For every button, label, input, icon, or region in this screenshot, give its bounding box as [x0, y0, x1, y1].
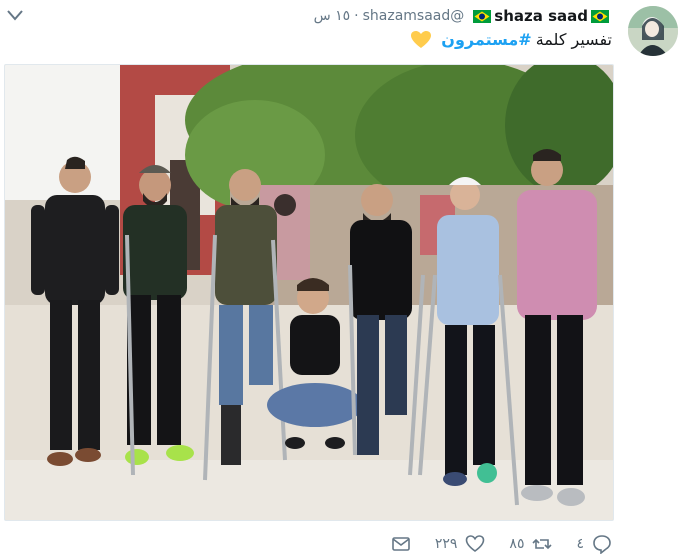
retweet-count: ٨٥: [509, 536, 525, 552]
retweet-icon: [532, 538, 553, 550]
brazil-flag-icon: [473, 9, 492, 23]
avatar[interactable]: [628, 6, 678, 56]
display-name[interactable]: shaza saad: [494, 7, 588, 25]
direct-message-button[interactable]: [391, 534, 411, 554]
tweet-header: shaza saad @shazamsaad · ١٥ س: [314, 6, 612, 26]
heart-outline-icon: [466, 535, 485, 552]
group-photo: [5, 65, 613, 520]
reply-icon: [593, 535, 611, 554]
like-count: ٢٢٩: [434, 536, 458, 552]
avatar-image: [628, 6, 678, 56]
brazil-flag-icon: [591, 9, 609, 23]
envelope-icon: [392, 537, 410, 551]
user-handle[interactable]: @shazamsaad: [363, 8, 465, 24]
hashtag-link[interactable]: #مستمرون: [441, 30, 531, 49]
chevron-down-icon[interactable]: [6, 8, 24, 22]
retweet-button[interactable]: ٨٥: [509, 534, 553, 554]
tweet-card: shaza saad @shazamsaad · ١٥ س تفسير كلمة…: [0, 0, 690, 558]
tweet-timestamp[interactable]: ١٥ س: [314, 8, 351, 24]
separator-dot: ·: [354, 8, 359, 24]
like-button[interactable]: ٢٢٩: [435, 534, 486, 554]
reply-count: ٤: [576, 536, 584, 552]
reply-button[interactable]: ٤: [576, 534, 612, 554]
tweet-text: تفسير كلمة #مستمرون: [411, 30, 612, 49]
tweet-text-body: تفسير كلمة: [535, 30, 612, 49]
tweet-actions: ٤ ٨٥ ٢٢٩: [391, 534, 612, 554]
tweet-photo[interactable]: [4, 64, 614, 521]
yellow-heart-icon: [411, 30, 432, 48]
